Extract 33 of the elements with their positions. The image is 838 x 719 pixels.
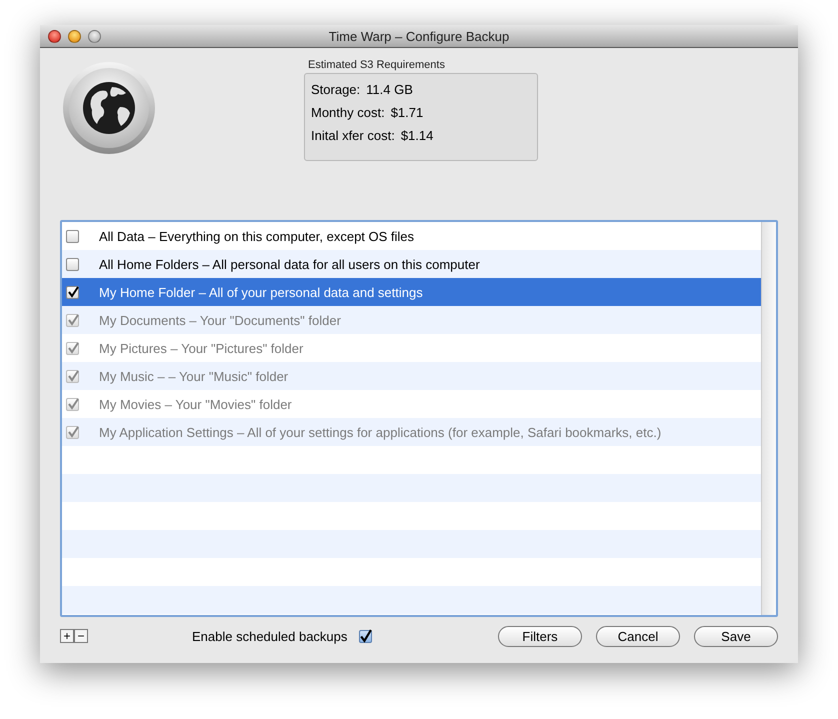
item-label: My Pictures – Your "Pictures" folder <box>99 340 304 356</box>
requirement-label: Storage: <box>311 82 360 97</box>
item-label: My Documents – Your "Documents" folder <box>99 312 341 328</box>
dialog-button[interactable]: Cancel <box>596 626 680 646</box>
item-label: All Data – Everything on this computer, except OS files <box>99 228 414 244</box>
list-edit-button[interactable]: + <box>60 629 74 643</box>
requirement-value: 11.4 GB <box>366 82 413 97</box>
group-title: Estimated S3 Requirements <box>307 59 446 71</box>
scroll-bar[interactable] <box>761 222 776 615</box>
requirement-value: $1.14 <box>400 128 434 143</box>
requirement-label: Monthy cost: <box>311 105 385 120</box>
checkbox[interactable] <box>66 258 79 270</box>
dialog-button[interactable]: Filters <box>498 626 582 646</box>
globe-icon <box>62 61 156 155</box>
item-label: My Movies – Your "Movies" folder <box>99 396 292 412</box>
zoom-button[interactable] <box>88 30 101 42</box>
requirement-label: Inital xfer cost: <box>311 128 395 143</box>
checkbox[interactable] <box>66 286 79 298</box>
list-row[interactable]: All Home Folders – All personal data for all users on this computer <box>62 250 761 278</box>
dialog-button[interactable]: Save <box>694 626 778 646</box>
list-row[interactable]: My Home Folder – All of your personal data and settings <box>62 278 761 306</box>
minimize-button[interactable] <box>68 30 81 42</box>
close-button[interactable] <box>48 30 61 42</box>
item-label: My Music – – Your "Music" folder <box>99 368 288 384</box>
list-edit-button[interactable]: − <box>74 629 88 643</box>
window-title: Time Warp – Configure Backup <box>328 28 510 44</box>
checkbox[interactable] <box>66 230 79 242</box>
item-label: My Application Settings – All of your settings for applications (for example, Safari bookmarks, etc.) <box>99 424 662 440</box>
requirement-value: $1.71 <box>390 105 424 120</box>
item-label: All Home Folders – All personal data for all users on this computer <box>99 256 480 272</box>
checkbox[interactable] <box>359 630 372 642</box>
item-label: My Home Folder – All of your personal data and settings <box>99 284 423 300</box>
schedule-label: Enable scheduled backups <box>192 628 348 644</box>
